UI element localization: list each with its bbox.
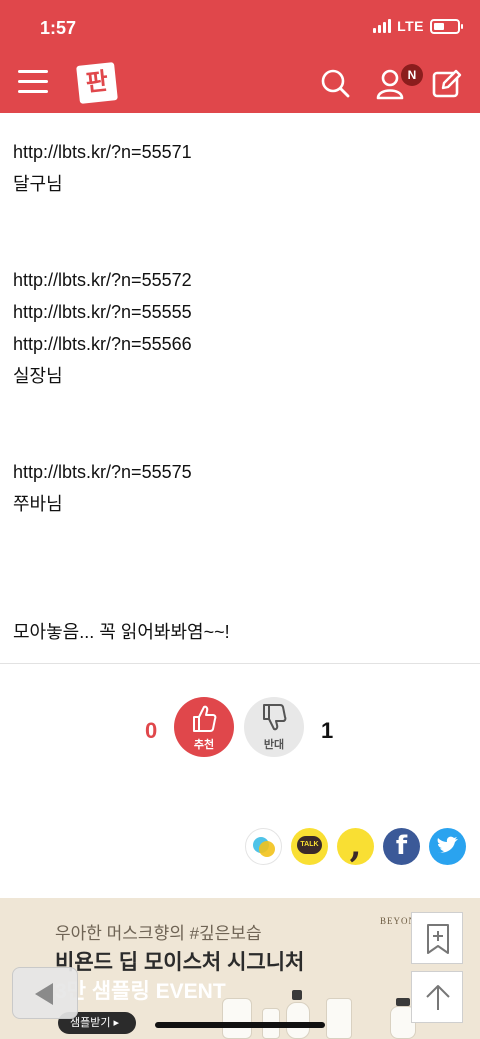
scroll-top-button[interactable]: [411, 971, 463, 1023]
post-text: 실장님: [13, 366, 63, 386]
kakaotalk-share-button[interactable]: TALK: [291, 828, 328, 865]
product-bottle: [286, 1002, 310, 1039]
post-link[interactable]: http://lbts.kr/?n=55566: [13, 328, 468, 360]
ad-subtitle: 우아한 머스크향의 #깊은보습: [55, 924, 262, 943]
bookmark-icon: [427, 924, 449, 954]
status-time: 1:57: [40, 18, 77, 38]
twitter-share-button[interactable]: [429, 828, 466, 865]
edit-icon[interactable]: [432, 68, 462, 100]
kakaostory-share-button[interactable]: [245, 828, 282, 865]
post-text: 달구님: [13, 174, 63, 194]
ad-title: 비욘드 딥 모이스처 시그니처: [55, 951, 305, 974]
post-link[interactable]: http://lbts.kr/?n=55555: [13, 296, 468, 328]
battery-fill: [434, 22, 444, 30]
divider: [0, 663, 480, 664]
notification-badge[interactable]: N: [401, 64, 423, 86]
app-header: 1:57 LTE 판 N: [0, 0, 480, 113]
downvote-count: 1: [321, 718, 334, 743]
ad-event: 3만 샘플링 EVENT: [55, 980, 226, 1003]
network-label: LTE: [397, 18, 424, 34]
kakao-comma-icon: ,: [349, 828, 362, 865]
upvote-button[interactable]: 추천: [174, 697, 234, 757]
kakaotalk-icon: TALK: [297, 836, 322, 854]
product-cap: [396, 998, 410, 1006]
twitter-icon: [437, 836, 458, 853]
post-link[interactable]: http://lbts.kr/?n=55571: [13, 136, 468, 168]
downvote-button[interactable]: 반대: [244, 697, 304, 757]
post-link[interactable]: http://lbts.kr/?n=55575: [13, 456, 468, 488]
status-indicators: LTE: [373, 18, 463, 34]
downvote-label: 반대: [263, 739, 285, 751]
bookmark-button[interactable]: [411, 912, 463, 964]
post-link[interactable]: http://lbts.kr/?n=55572: [13, 264, 468, 296]
facebook-share-button[interactable]: f: [383, 828, 420, 865]
search-icon[interactable]: [320, 68, 350, 100]
battery-icon: [430, 18, 463, 34]
back-button[interactable]: [12, 967, 78, 1019]
share-bar: TALK , f: [245, 828, 466, 865]
thumbs-up-icon: [193, 705, 217, 732]
home-indicator[interactable]: [155, 1022, 325, 1028]
post-body: http://lbts.kr/?n=55571 달구님 http://lbts.…: [13, 136, 468, 648]
kakaostory-icon: [253, 837, 275, 857]
product-bottle: [326, 998, 352, 1039]
thumbs-down-icon: [263, 704, 287, 731]
menu-icon[interactable]: [18, 70, 48, 96]
post-text: 쭈바님: [13, 494, 63, 514]
logo-text: 판: [84, 67, 110, 98]
kakao-share-button[interactable]: ,: [337, 828, 374, 865]
facebook-icon: f: [395, 831, 408, 861]
back-arrow-icon: [35, 983, 53, 1005]
product-cap: [292, 990, 302, 1000]
upvote-label: 추천: [193, 739, 215, 751]
product-bottle: [222, 998, 252, 1039]
upvote-count: 0: [145, 718, 158, 743]
post-text: 모아놓음... 꼭 읽어봐봐염~~!: [13, 622, 230, 642]
logo[interactable]: 판: [76, 62, 118, 104]
signal-icon: [373, 19, 392, 33]
arrow-up-icon: [426, 985, 450, 1010]
